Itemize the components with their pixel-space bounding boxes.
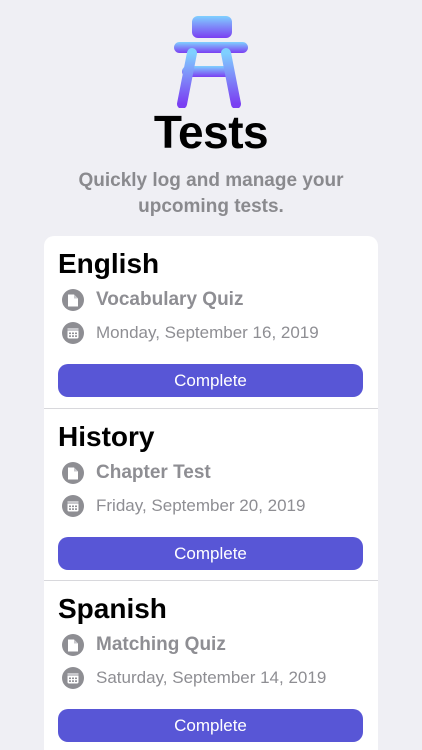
page-subtitle: Quickly log and manage your upcoming tes… — [78, 170, 344, 217]
document-icon — [62, 289, 84, 311]
hero-header: Tests Quickly log and manage your upcomi… — [0, 0, 422, 236]
test-type: Matching Quiz — [96, 634, 226, 655]
test-type-row: Chapter Test — [62, 461, 211, 485]
test-date-row: Saturday, September 14, 2019 — [62, 666, 326, 690]
tests-list: English Vocabulary Quiz Monday, Septembe… — [44, 236, 378, 750]
complete-button[interactable]: Complete — [58, 364, 363, 397]
test-date-row: Friday, September 20, 2019 — [62, 494, 305, 518]
test-type-row: Matching Quiz — [62, 633, 226, 657]
test-date: Saturday, September 14, 2019 — [96, 668, 327, 687]
test-type: Vocabulary Quiz — [96, 289, 244, 310]
document-icon — [62, 462, 84, 484]
test-item-history: History Chapter Test Friday, September 2… — [44, 408, 378, 580]
test-type: Chapter Test — [96, 462, 211, 483]
school-desk-icon — [174, 16, 248, 108]
test-item-english: English Vocabulary Quiz Monday, Septembe… — [44, 236, 378, 408]
complete-button[interactable]: Complete — [58, 709, 363, 742]
calendar-icon — [62, 667, 84, 689]
test-date-row: Monday, September 16, 2019 — [62, 321, 319, 345]
test-date: Monday, September 16, 2019 — [96, 323, 319, 342]
page-title: Tests — [153, 106, 269, 158]
document-icon — [62, 634, 84, 656]
test-subject: English — [58, 248, 160, 279]
calendar-icon — [62, 495, 84, 517]
calendar-icon — [62, 322, 84, 344]
test-subject: Spanish — [58, 593, 167, 624]
test-type-row: Vocabulary Quiz — [62, 288, 243, 312]
complete-button[interactable]: Complete — [58, 537, 363, 570]
test-subject: History — [58, 421, 155, 452]
test-item-spanish: Spanish Matching Quiz Saturday, Septembe… — [44, 580, 378, 750]
test-date: Friday, September 20, 2019 — [96, 496, 306, 515]
